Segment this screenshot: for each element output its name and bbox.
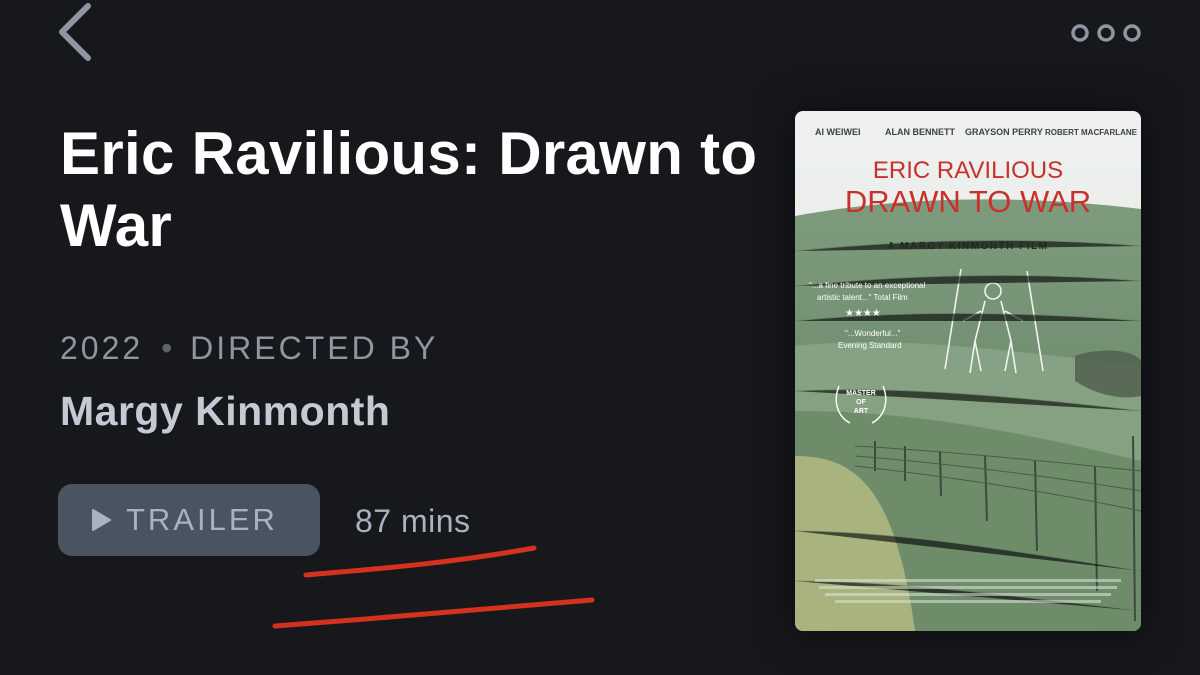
poster-title-line1: ERIC RAVILIOUS xyxy=(873,157,1063,184)
svg-text:MASTER: MASTER xyxy=(846,390,876,397)
release-year: 2022 xyxy=(60,330,144,366)
more-options-button[interactable] xyxy=(1066,18,1146,48)
poster-quote2-line1: "...Wonderful..." xyxy=(845,329,900,338)
poster-stars: ★★★★ xyxy=(845,308,881,319)
svg-text:OF: OF xyxy=(856,399,866,406)
director-link[interactable]: Margy Kinmonth xyxy=(60,388,390,435)
meta-separator: • xyxy=(161,330,173,366)
film-poster[interactable]: AI WEIWEI ALAN BENNETT GRAYSON PERRY ROB… xyxy=(795,111,1141,631)
poster-quote1-line1: "...a fine tribute to an exceptional xyxy=(809,281,925,290)
poster-quote2-line2: Evening Standard xyxy=(838,341,902,350)
runtime: 87 mins xyxy=(355,503,471,539)
svg-text:ART: ART xyxy=(854,408,869,415)
poster-cast-2: ALAN BENNETT xyxy=(885,127,955,137)
trailer-button[interactable]: TRAILER xyxy=(58,484,320,556)
play-icon xyxy=(92,509,111,531)
trailer-label: TRAILER xyxy=(126,502,278,537)
directed-by-label: DIRECTED BY xyxy=(190,330,439,366)
film-meta: 2022 • DIRECTED BY xyxy=(60,330,438,367)
poster-cast-1: AI WEIWEI xyxy=(815,127,861,137)
poster-cast-3: GRAYSON PERRY xyxy=(965,127,1043,137)
chevron-left-icon xyxy=(59,3,91,61)
poster-cast-4: ROBERT MACFARLANE xyxy=(1045,128,1138,137)
more-horizontal-icon xyxy=(1071,24,1141,42)
film-title: Eric Ravilious: Drawn to War xyxy=(60,120,758,259)
poster-subtitle: A MARGY KINMONTH FILM xyxy=(888,241,1049,252)
poster-quote1-line2: artistic talent..." Total Film xyxy=(817,293,908,302)
back-button[interactable] xyxy=(52,0,102,64)
poster-title-line2: DRAWN TO WAR xyxy=(845,184,1091,219)
